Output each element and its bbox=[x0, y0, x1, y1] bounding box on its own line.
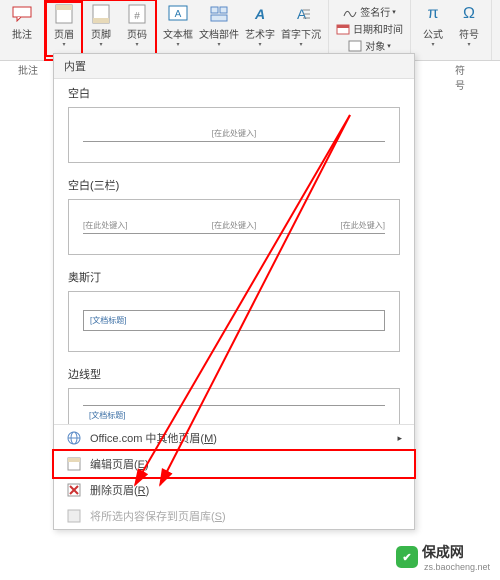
svg-text:A: A bbox=[175, 9, 182, 20]
group-comments: 批注 bbox=[0, 0, 45, 60]
gallery-item-austin[interactable]: [文档标题] bbox=[68, 291, 400, 352]
chevron-down-icon: ▾ bbox=[467, 41, 470, 48]
footer-button[interactable]: 页脚 ▾ bbox=[83, 2, 119, 56]
comment-icon bbox=[12, 4, 32, 24]
group-text: A 文本框 ▾ 文档部件 ▾ A 艺术字 ▾ A 首字下沉 ▾ bbox=[156, 0, 329, 60]
placeholder-text: [在此处键入] bbox=[341, 220, 385, 231]
gallery-item-blank3[interactable]: [在此处键入] [在此处键入] [在此处键入] bbox=[68, 199, 400, 255]
comment-button[interactable]: 批注 bbox=[4, 2, 40, 56]
watermark-brand: 保成网 bbox=[422, 542, 490, 562]
save-to-gallery-button: 将所选内容保存到页眉库(S) bbox=[54, 503, 414, 529]
chevron-down-icon: ▾ bbox=[392, 8, 396, 16]
parts-label: 文档部件 bbox=[199, 26, 239, 41]
dropdown-gallery: 空白 [在此处键入] 空白(三栏) [在此处键入] [在此处键入] [在此处键入… bbox=[54, 79, 414, 424]
symbol-icon: Ω bbox=[459, 4, 479, 24]
watermark: ✔ 保成网 zs.baocheng.net bbox=[392, 540, 494, 574]
group-symbols: π 公式 ▾ Ω 符号 ▾ bbox=[411, 0, 492, 60]
watermark-badge-icon: ✔ bbox=[396, 546, 418, 568]
save-icon bbox=[66, 508, 82, 524]
pagenum-label: 页码 bbox=[127, 26, 147, 41]
footer-label: 页脚 bbox=[91, 26, 111, 41]
group-header-footer: 页眉 ▾ 页脚 ▾ # 页码 ▾ bbox=[45, 0, 156, 60]
watermark-url: zs.baocheng.net bbox=[424, 562, 490, 572]
dropcap-button[interactable]: A 首字下沉 ▾ bbox=[278, 2, 324, 56]
placeholder-text: [在此处键入] bbox=[212, 220, 256, 231]
svg-text:A: A bbox=[254, 6, 265, 22]
chevron-down-icon: ▾ bbox=[62, 41, 65, 48]
gallery-item-lined-title: 边线型 bbox=[54, 360, 414, 388]
svg-text:#: # bbox=[134, 11, 140, 22]
chevron-right-icon: ▸ bbox=[397, 433, 402, 444]
parts-button[interactable]: 文档部件 ▾ bbox=[196, 2, 242, 56]
textbox-button[interactable]: A 文本框 ▾ bbox=[160, 2, 196, 56]
textbox-icon: A bbox=[168, 4, 188, 24]
pagenum-icon: # bbox=[127, 4, 147, 24]
chevron-down-icon: ▾ bbox=[299, 41, 302, 48]
symbol-button[interactable]: Ω 符号 ▾ bbox=[451, 2, 487, 56]
gallery-item-blank-title: 空白 bbox=[54, 79, 414, 107]
chevron-down-icon: ▾ bbox=[99, 41, 102, 48]
equation-icon: π bbox=[423, 4, 443, 24]
parts-icon bbox=[209, 4, 229, 24]
globe-icon bbox=[66, 430, 82, 446]
group-insert-small: 签名行 ▾ 日期和时间 对象 ▾ bbox=[329, 0, 411, 60]
object-icon bbox=[348, 39, 362, 53]
chevron-down-icon: ▾ bbox=[258, 41, 261, 48]
equation-label: 公式 bbox=[423, 26, 443, 41]
gallery-item-blank3-title: 空白(三栏) bbox=[54, 171, 414, 199]
remove-header-button[interactable]: 删除页眉(R) bbox=[54, 477, 414, 503]
comment-label: 批注 bbox=[12, 26, 32, 41]
header-icon bbox=[54, 4, 74, 24]
gallery-item-blank[interactable]: [在此处键入] bbox=[68, 107, 400, 163]
textbox-label: 文本框 bbox=[163, 26, 193, 41]
wordart-label: 艺术字 bbox=[245, 26, 275, 41]
header-button[interactable]: 页眉 ▾ bbox=[46, 2, 82, 56]
calendar-icon bbox=[336, 22, 350, 36]
placeholder-text: [文档标题] bbox=[83, 310, 385, 331]
header-label: 页眉 bbox=[54, 26, 74, 41]
chevron-down-icon: ▾ bbox=[176, 41, 179, 48]
signature-icon bbox=[343, 5, 357, 19]
object-button[interactable]: 对象 ▾ bbox=[345, 37, 394, 54]
equation-button[interactable]: π 公式 ▾ bbox=[415, 2, 451, 56]
header-dropdown: 内置 空白 [在此处键入] 空白(三栏) [在此处键入] [在此处键入] [在此… bbox=[53, 53, 415, 530]
placeholder-text: [文档标题] bbox=[83, 405, 385, 424]
chevron-down-icon: ▾ bbox=[135, 41, 138, 48]
gallery-item-austin-title: 奥斯汀 bbox=[54, 263, 414, 291]
dropcap-icon: A bbox=[291, 4, 311, 24]
pagenum-button[interactable]: # 页码 ▾ bbox=[119, 2, 155, 56]
group-caption-comments: 批注 bbox=[0, 62, 56, 77]
placeholder-text: [在此处键入] bbox=[83, 118, 385, 142]
chevron-down-icon: ▾ bbox=[431, 41, 434, 48]
footer-icon bbox=[91, 4, 111, 24]
wordart-icon: A bbox=[250, 4, 270, 24]
remove-header-icon bbox=[66, 482, 82, 498]
edit-header-icon bbox=[66, 456, 82, 472]
signature-button[interactable]: 签名行 ▾ bbox=[340, 3, 399, 20]
wordart-button[interactable]: A 艺术字 ▾ bbox=[242, 2, 278, 56]
datetime-button[interactable]: 日期和时间 bbox=[333, 20, 406, 37]
dropdown-commands: Office.com 中其他页眉(M) ▸ 编辑页眉(E) 删除页眉(R) 将所… bbox=[54, 424, 414, 529]
gallery-item-lined[interactable]: [文档标题] bbox=[68, 388, 400, 424]
dropcap-label: 首字下沉 bbox=[281, 26, 321, 41]
ribbon: 批注 页眉 ▾ 页脚 ▾ # 页码 ▾ A 文本框 bbox=[0, 0, 500, 61]
chevron-down-icon: ▾ bbox=[387, 42, 391, 50]
dropdown-section-builtin: 内置 bbox=[54, 54, 414, 79]
group-caption-symbols: 符号 bbox=[455, 62, 465, 92]
placeholder-text: [在此处键入] bbox=[83, 220, 127, 231]
more-from-office-button[interactable]: Office.com 中其他页眉(M) ▸ bbox=[54, 425, 414, 451]
edit-header-button[interactable]: 编辑页眉(E) bbox=[54, 451, 414, 477]
symbol-label: 符号 bbox=[459, 26, 479, 41]
chevron-down-icon: ▾ bbox=[217, 41, 220, 48]
